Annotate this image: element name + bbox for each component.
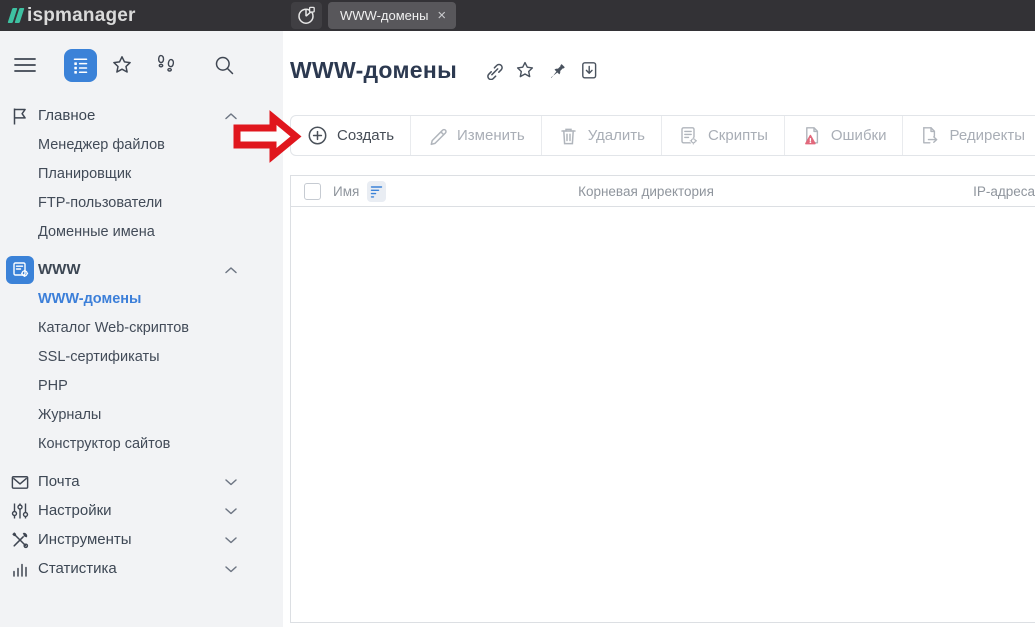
table-header: Имя Корневая директория IP-адреса: [291, 176, 1035, 207]
sidebar-section-mail[interactable]: Почта: [0, 467, 283, 496]
redirects-button[interactable]: Редиректы: [903, 116, 1035, 155]
sidebar-section-label: Главное: [38, 107, 95, 124]
sidebar: Главное Менеджер файлов Планировщик FTP-…: [0, 31, 283, 627]
create-button[interactable]: Создать: [291, 116, 411, 155]
sidebar-item-ftp-users[interactable]: FTP-пользователи: [0, 188, 283, 217]
sidebar-item-scheduler[interactable]: Планировщик: [0, 159, 283, 188]
sidebar-section-label: WWW: [38, 261, 80, 278]
list-view-icon[interactable]: [64, 49, 97, 82]
plus-circle-icon: [307, 125, 328, 146]
error-page-icon: [801, 125, 822, 146]
edit-button[interactable]: Изменить: [411, 116, 542, 155]
sidebar-item-php[interactable]: PHP: [0, 371, 283, 400]
sidebar-item-ssl-certificates[interactable]: SSL-сертификаты: [0, 342, 283, 371]
sidebar-section-statistics[interactable]: Статистика: [0, 554, 283, 583]
topbar: ispmanager WWW-домены ×: [0, 0, 1035, 31]
www-gear-icon: [6, 256, 34, 284]
app-logo[interactable]: ispmanager: [0, 5, 136, 27]
footprints-icon[interactable]: [152, 53, 180, 77]
dashboard-button[interactable]: [291, 2, 322, 29]
export-icon[interactable]: [579, 60, 599, 80]
delete-button[interactable]: Удалить: [542, 116, 662, 155]
sidebar-section-www[interactable]: WWW: [0, 255, 283, 284]
pie-chart-icon: [296, 5, 317, 26]
pencil-icon: [427, 125, 448, 146]
chevron-down-icon[interactable]: [224, 535, 238, 544]
sort-icon[interactable]: [367, 181, 386, 202]
chevron-down-icon[interactable]: [224, 564, 238, 573]
flag-icon: [10, 106, 30, 126]
link-icon[interactable]: [483, 60, 503, 80]
menu-icon[interactable]: [14, 57, 36, 73]
favorites-star-icon[interactable]: [111, 54, 133, 76]
sidebar-icon-row: [0, 31, 283, 93]
trash-icon: [558, 125, 579, 146]
errors-button[interactable]: Ошибки: [785, 116, 904, 155]
chevron-down-icon[interactable]: [224, 506, 238, 515]
select-all-checkbox[interactable]: [304, 183, 321, 200]
table-body-empty: [291, 207, 1035, 622]
chevron-down-icon[interactable]: [224, 477, 238, 486]
page-title: WWW-домены: [290, 57, 457, 84]
tab-www-domains[interactable]: WWW-домены ×: [328, 2, 456, 29]
domains-table: Имя Корневая директория IP-адреса: [290, 175, 1035, 623]
search-icon[interactable]: [213, 54, 236, 77]
sidebar-item-www-domains[interactable]: WWW-домены: [0, 284, 283, 313]
sidebar-nav: Главное Менеджер файлов Планировщик FTP-…: [0, 93, 283, 583]
star-icon[interactable]: [515, 60, 535, 80]
sidebar-section-glavnoe[interactable]: Главное: [0, 101, 283, 130]
main-content: WWW-домены Создать Изменить: [283, 31, 1035, 627]
tools-icon: [10, 530, 30, 550]
column-header-root-directory[interactable]: Корневая директория: [578, 184, 714, 199]
pin-icon[interactable]: [547, 60, 567, 80]
column-header-name[interactable]: Имя: [333, 184, 359, 199]
bar-chart-icon: [10, 559, 30, 579]
mail-icon: [10, 472, 30, 492]
scripts-button[interactable]: Скрипты: [662, 116, 785, 155]
column-header-ip-addresses[interactable]: IP-адреса: [973, 184, 1035, 199]
script-gear-icon: [678, 125, 699, 146]
sidebar-item-file-manager[interactable]: Менеджер файлов: [0, 130, 283, 159]
sidebar-section-tools[interactable]: Инструменты: [0, 525, 283, 554]
logo-slashes-icon: [10, 8, 22, 23]
sidebar-item-site-builder[interactable]: Конструктор сайтов: [0, 429, 283, 458]
sidebar-section-settings[interactable]: Настройки: [0, 496, 283, 525]
sidebar-item-web-scripts-catalog[interactable]: Каталог Web-скриптов: [0, 313, 283, 342]
sidebar-item-journals[interactable]: Журналы: [0, 400, 283, 429]
sidebar-item-domain-names[interactable]: Доменные имена: [0, 217, 283, 246]
logo-text: ispmanager: [27, 5, 136, 27]
tab-label: WWW-домены: [340, 8, 428, 23]
sliders-icon: [10, 501, 30, 521]
chevron-up-icon[interactable]: [224, 265, 238, 274]
tab-close-icon[interactable]: ×: [437, 8, 446, 23]
redirect-page-icon: [919, 125, 940, 146]
toolbar: Создать Изменить Удалить Скрипты Ошибки …: [290, 115, 1035, 156]
chevron-up-icon[interactable]: [224, 111, 238, 120]
